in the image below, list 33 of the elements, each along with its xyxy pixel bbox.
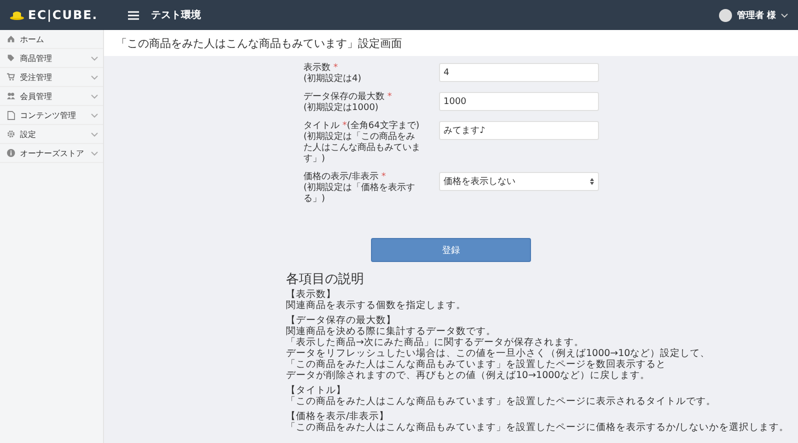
help-text: 「表示した商品→次にみた商品」に関するデータが保存されます。 (286, 337, 585, 348)
input-field[interactable]: 1000 (438, 92, 598, 111)
field-label: タイトル *(全角64文字まで) (初期設定は「この商品をみた人はこんな商品もみています」) (304, 121, 422, 165)
help-heading: 【データ保存の最大数】 (286, 315, 397, 326)
help-text: 「この商品をみた人はこんな商品もみています」を設置したページを数回表示すると (286, 359, 667, 370)
select-field[interactable]: 価格を表示しない (438, 172, 598, 191)
sidebar-item[interactable]: オーナーズストア (0, 144, 103, 163)
page-title: 「この商品をみた人はこんな商品もみています」設定画面 (104, 30, 798, 56)
sidebar-item[interactable]: 会員管理 (0, 87, 103, 106)
register-button[interactable]: 登録 (371, 238, 531, 262)
section-heading: 各項目の説明 (286, 274, 365, 285)
input-field[interactable]: 4 (438, 63, 598, 82)
logo-text[interactable]: EC|CUBE. (24, 8, 98, 22)
help-text: 「この商品をみた人はこんな商品もみています」を設置したページに表示されるタイトルです。 (286, 396, 717, 407)
help-heading: 【表示数】 (286, 289, 337, 300)
sidebar-item[interactable]: 商品管理 (0, 49, 103, 68)
help-text: 「この商品をみた人はこんな商品もみています」を設置したページに価格を表示するか/しないかを選択します。 (286, 422, 790, 433)
field-label: 表示数 * (初期設定は4) (304, 63, 362, 85)
sidebar-item[interactable]: 受注管理 (0, 68, 103, 87)
help-heading: 【タイトル】 (286, 385, 347, 396)
input-field[interactable]: みてます♪ (438, 121, 598, 140)
sidebar-item[interactable]: ホーム (0, 30, 103, 49)
help-text: 関連商品を決める際に集計するデータ数です。 (286, 326, 497, 337)
field-label: データ保存の最大数 * (初期設定は1000) (304, 92, 393, 114)
user-name[interactable]: 管理者 様 (736, 8, 776, 22)
sidebar-item[interactable]: 設定 (0, 125, 103, 144)
help-text: データが削除されますので、再びもとの値（例えば10→1000など）に戻します。 (286, 370, 652, 381)
help-heading: 【価格を表示/非表示】 (286, 411, 390, 422)
sidebar-item[interactable]: コンテンツ管理 (0, 106, 103, 125)
site-name: テスト環境 (150, 8, 201, 22)
help-text: 関連商品を表示する個数を指定します。 (286, 300, 467, 311)
help-text: データをリフレッシュしたい場合は、この値を一旦小さく（例えば1000→10など）設定して、 (286, 348, 712, 359)
field-label: 価格の表示/非表示 * (初期設定は「価格を表示する」) (304, 172, 416, 205)
